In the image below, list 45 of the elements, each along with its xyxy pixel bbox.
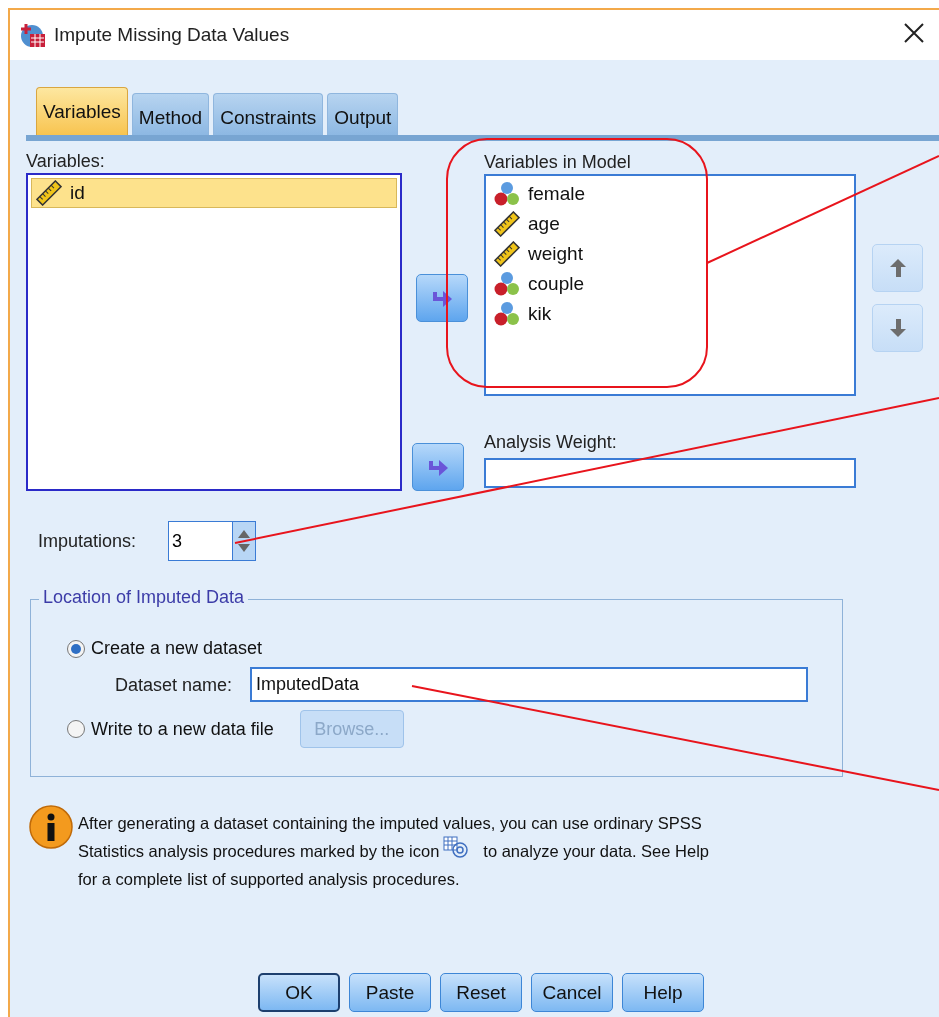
info-text: After generating a dataset containing the imputed values, you can use ordinary SPSS bbox=[78, 813, 702, 834]
analysis-weight-field[interactable] bbox=[484, 458, 856, 488]
variable-item[interactable]: age bbox=[489, 209, 851, 239]
tab[interactable]: Constraints bbox=[213, 93, 324, 135]
curved-arrow-icon bbox=[431, 288, 453, 308]
dialog-button[interactable]: Cancel bbox=[531, 973, 613, 1012]
tab[interactable]: Method bbox=[131, 93, 210, 135]
up-arrow-icon bbox=[888, 258, 907, 278]
dataset-name-label: Dataset name: bbox=[115, 673, 233, 697]
variable-item[interactable]: couple bbox=[489, 269, 851, 299]
variable-item[interactable]: female bbox=[489, 179, 851, 209]
move-button[interactable] bbox=[416, 274, 468, 322]
radio-label: Write to a new data file bbox=[91, 718, 274, 740]
analysis-weight-label: Analysis Weight: bbox=[484, 431, 618, 454]
info-text: for a complete list of supported analysis procedures. bbox=[78, 869, 460, 890]
curved-arrow-icon bbox=[427, 457, 449, 477]
close-icon[interactable] bbox=[904, 23, 924, 43]
tab[interactable]: Variables bbox=[36, 87, 128, 135]
three-balls-icon bbox=[494, 181, 520, 207]
variable-item[interactable]: kik bbox=[489, 299, 851, 329]
dataset-name-field[interactable]: ImputedData bbox=[250, 667, 809, 702]
radio-label: Create a new dataset bbox=[91, 638, 263, 659]
group-title: Location of Imputed Data bbox=[39, 587, 249, 608]
window-title: Impute Missing Data Values bbox=[54, 24, 291, 46]
imputations-spinner[interactable]: 3 bbox=[168, 521, 257, 561]
info-icon bbox=[28, 805, 74, 851]
dialog-button[interactable]: OK bbox=[258, 973, 340, 1012]
three-balls-icon bbox=[494, 271, 520, 297]
tab[interactable]: Output bbox=[327, 93, 399, 135]
variable-item[interactable]: weight bbox=[489, 239, 851, 269]
variables-label: Variables: bbox=[26, 150, 106, 173]
down-arrow-icon bbox=[888, 318, 907, 338]
dialog-button[interactable]: Help bbox=[622, 973, 704, 1012]
info-text: to analyze your data. See Help bbox=[483, 841, 709, 862]
move-button[interactable] bbox=[412, 443, 464, 491]
imputations-label: Imputations: bbox=[38, 530, 137, 553]
dialog-button[interactable]: Reset bbox=[440, 973, 522, 1012]
radio-button[interactable] bbox=[67, 639, 85, 658]
app-icon bbox=[20, 22, 46, 48]
three-balls-icon bbox=[494, 301, 520, 327]
model-label: Variables in Model bbox=[484, 151, 632, 174]
dialog-button[interactable]: Paste bbox=[349, 973, 431, 1012]
radio-button[interactable] bbox=[67, 720, 85, 738]
variable-item[interactable]: id bbox=[31, 178, 397, 208]
info-text: Statistics analysis procedures marked by the icon bbox=[78, 841, 440, 862]
